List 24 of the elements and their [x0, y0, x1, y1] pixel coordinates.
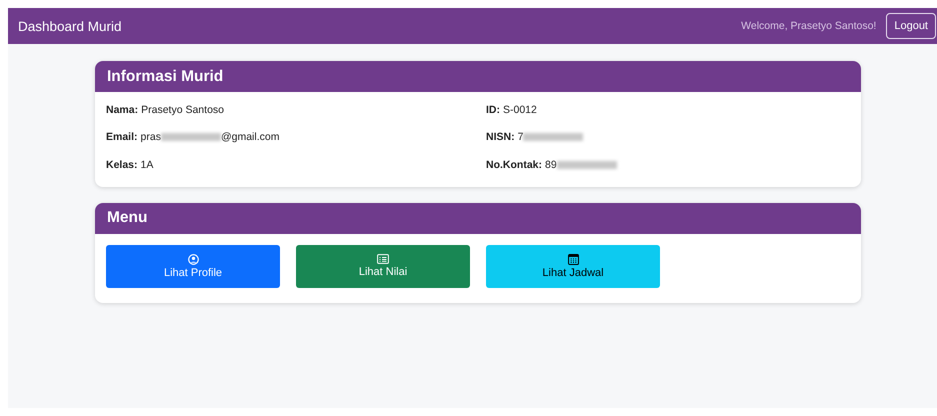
card-title: Informasi Murid [107, 68, 224, 86]
app-title: Dashboard Murid [18, 18, 122, 34]
field-label: Nama: [106, 104, 138, 116]
menu-button[interactable]: Lihat Jadwal [486, 244, 660, 288]
field-label: No.Kontak: [486, 158, 542, 171]
user-circle-icon [188, 254, 198, 264]
field-label: Kelas: [106, 158, 138, 171]
field-value: S-0012 [503, 104, 537, 116]
welcome-text: Welcome, Prasetyo Santoso! [741, 20, 876, 32]
field-value: @gmail.com [220, 131, 280, 144]
list-card-icon [377, 254, 389, 264]
card-title: Menu [107, 209, 148, 227]
field-label: NISN: [486, 131, 515, 144]
menu-button[interactable]: Lihat Profile [106, 244, 280, 288]
field-label: Email: [106, 131, 138, 144]
field-label: ID: [486, 104, 500, 116]
field-value: Prasetyo Santoso [141, 104, 224, 116]
menu-button[interactable]: Lihat Nilai [296, 244, 470, 288]
logout-button[interactable]: Logout [886, 13, 936, 39]
field-value: 89 [545, 158, 557, 171]
field-value: pras [140, 131, 161, 144]
field-value: 1A [140, 158, 154, 171]
field-value: 7 [518, 131, 524, 144]
calendar-icon [568, 254, 578, 264]
